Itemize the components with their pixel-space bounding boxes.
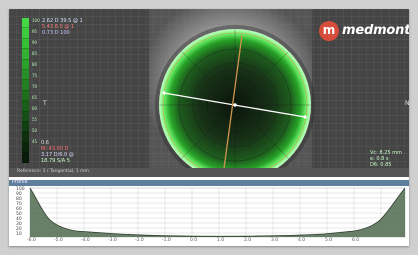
axis-label-temporal: T [43, 100, 47, 107]
profile-chart[interactable]: Profile 100 90 80 70 60 50 40 30 20 10 -… [9, 179, 409, 246]
scale-tick: 60 [32, 106, 38, 111]
x-tick: -1.0 [162, 238, 171, 243]
scale-tick: 55 [32, 117, 38, 122]
x-tick: -3.0 [108, 238, 117, 243]
scale-tick: 45 [32, 139, 38, 144]
x-tick: -5.0 [54, 238, 63, 243]
topography-viewer[interactable]: 100 95 90 85 80 75 70 65 60 55 50 45 2.6… [9, 9, 409, 177]
meridian-handle-right [303, 115, 307, 119]
scale-tick: 95 [32, 29, 38, 34]
meridian-handle-left [162, 91, 166, 95]
profile-chart-canvas[interactable] [9, 180, 409, 246]
x-tick: -4.0 [81, 238, 90, 243]
scale-tick: 65 [32, 95, 38, 100]
scale-tick: 80 [32, 62, 38, 67]
x-tick: 4.0 [298, 238, 306, 243]
scale-tick: 90 [32, 40, 38, 45]
x-tick: 3.0 [271, 238, 279, 243]
x-tick: 5.0 [325, 238, 333, 243]
axis-label-nasal: N [405, 100, 409, 107]
app-root: 100 95 90 85 80 75 70 65 60 55 50 45 2.6… [0, 0, 418, 255]
logo-mark: m [319, 21, 339, 41]
x-tick: -6.0 [27, 238, 36, 243]
apex-marker [233, 103, 237, 107]
plot-area [29, 187, 406, 238]
medmont-logo: m medmont [319, 21, 409, 41]
viewer-status-strip: Reference: 1 / Tangential, 1 mm [9, 168, 409, 177]
y-tick: 10 [16, 232, 22, 237]
top-left-readout-3: 0.73 D 100 [42, 30, 70, 36]
scale-tick: 50 [32, 128, 38, 133]
scale-tick: 100 [32, 18, 40, 23]
x-tick: 1.0 [217, 238, 225, 243]
x-tick: 0.0 [190, 238, 198, 243]
scale-tick: 75 [32, 73, 38, 78]
status-text: Reference: 1 / Tangential, 1 mm [17, 169, 89, 174]
scale-tick: 85 [32, 51, 38, 56]
x-tick: 6.0 [352, 238, 360, 243]
color-scale [22, 18, 29, 164]
screenshot-frame: 100 95 90 85 80 75 70 65 60 55 50 45 2.6… [9, 9, 409, 246]
bottom-left-readout-4: 18.79 S/A 5 [41, 158, 70, 164]
x-tick: 2.0 [244, 238, 252, 243]
scale-tick: 70 [32, 84, 38, 89]
x-tick: -2.0 [135, 238, 144, 243]
brand-name: medmont [342, 23, 409, 38]
